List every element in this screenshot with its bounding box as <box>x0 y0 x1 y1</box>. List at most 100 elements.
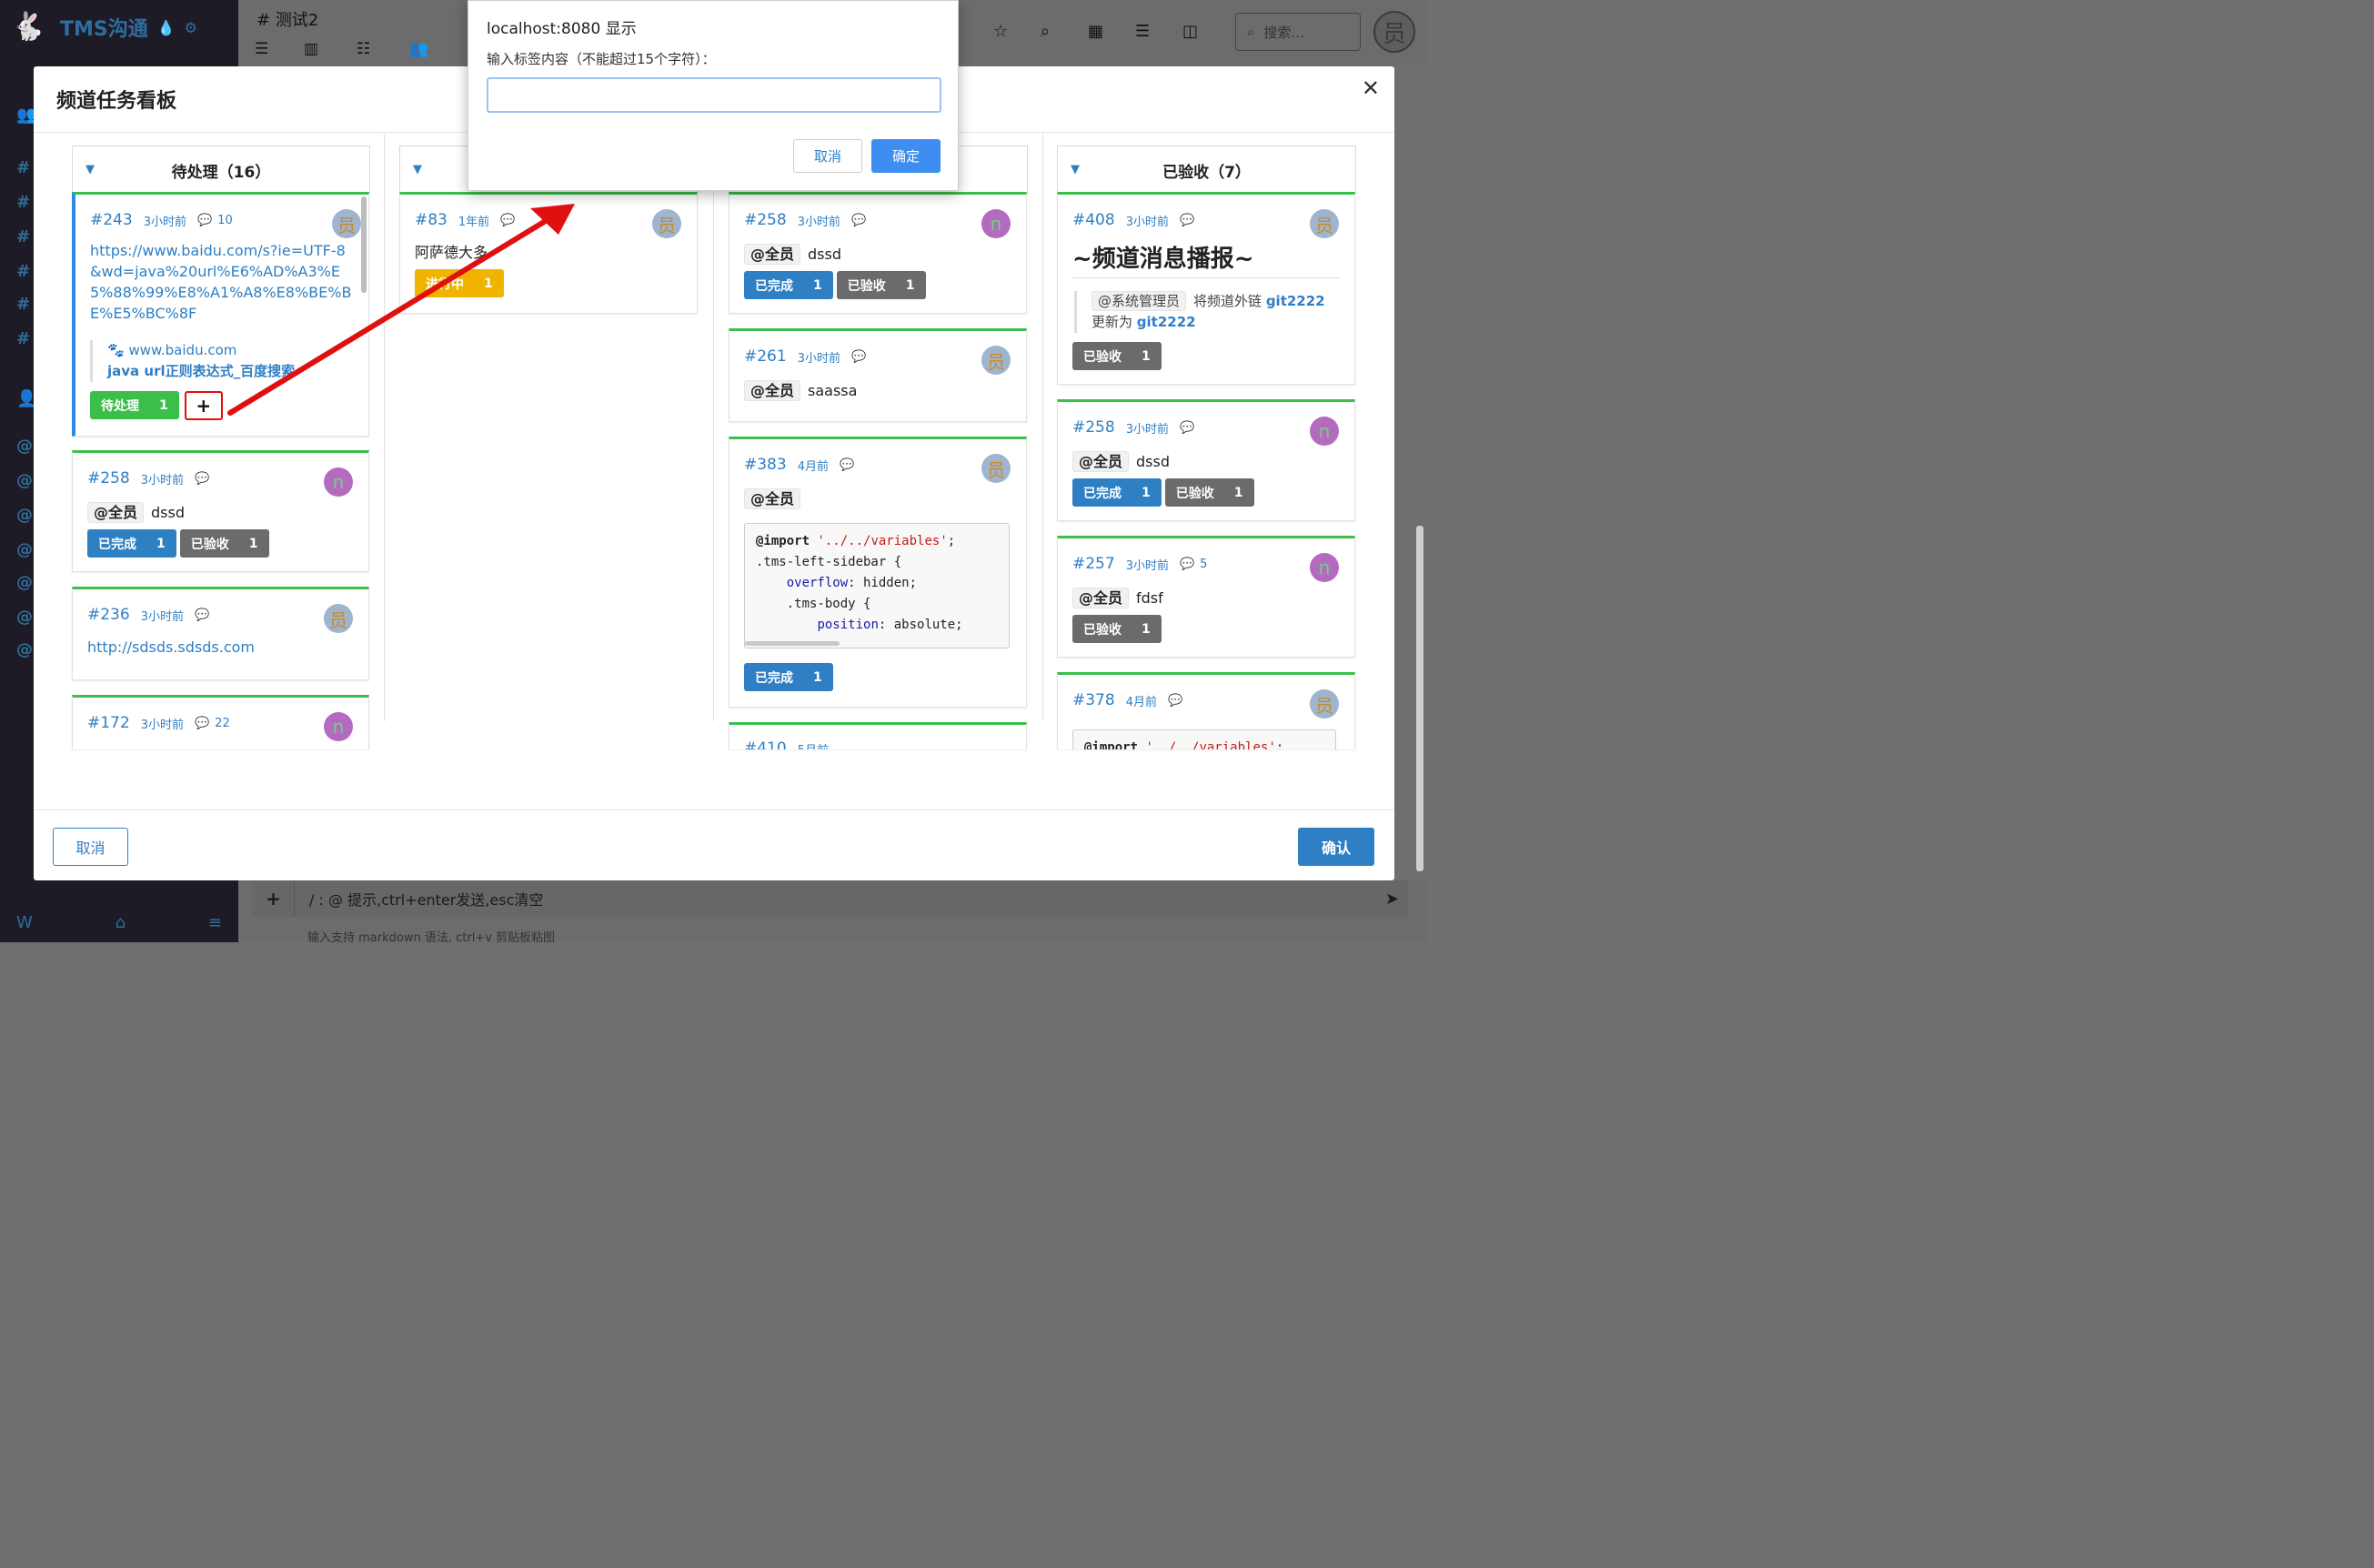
task-card[interactable]: #261 3小时前 💬 员 @全员 saassa <box>729 328 1027 422</box>
at-icon[interactable]: @ <box>16 506 33 525</box>
add-tag-button[interactable]: + <box>184 391 223 420</box>
menu-icon[interactable]: ≡ <box>208 913 222 932</box>
card-id[interactable]: #258 <box>1072 418 1115 437</box>
task-card[interactable]: #172 3小时前 💬 22 n <box>72 695 369 749</box>
at-icon[interactable]: @ <box>16 437 33 456</box>
drop-icon[interactable]: 💧 <box>157 19 176 36</box>
tag-accepted[interactable]: 已验收 1 <box>179 529 269 558</box>
confirm-button[interactable]: 确认 <box>1298 828 1374 866</box>
tag-accepted[interactable]: 已验收 1 <box>1072 342 1162 370</box>
tag-accepted[interactable]: 已验收 1 <box>836 271 926 299</box>
preview-site[interactable]: www.baidu.com <box>128 342 236 358</box>
channel-hash-icon[interactable]: # <box>16 295 30 314</box>
comment-icon[interactable]: 💬 <box>500 214 515 227</box>
dialog-ok-button[interactable]: 确定 <box>871 139 941 173</box>
code-block[interactable]: @import '../../variables'; .tms-left-sid… <box>744 523 1010 648</box>
old-link[interactable]: git2222 <box>1266 293 1325 309</box>
comment-icon[interactable]: 💬 <box>1168 694 1182 708</box>
at-icon[interactable]: @ <box>16 573 33 592</box>
list-view-icon[interactable]: ☰ <box>1135 22 1150 41</box>
at-icon[interactable]: @ <box>16 471 33 490</box>
add-attachment-button[interactable]: + <box>253 880 295 917</box>
channel-hash-icon[interactable]: # <box>16 193 30 212</box>
comment-icon[interactable]: 💬 <box>840 458 854 472</box>
comment-icon[interactable]: 💬 <box>851 350 866 364</box>
card-id[interactable]: #257 <box>1072 555 1115 573</box>
search-box[interactable]: ⌕ 搜索... <box>1235 13 1361 51</box>
channel-hash-icon[interactable]: # <box>16 329 30 348</box>
comment-icon[interactable]: 💬 <box>195 608 209 622</box>
card-id[interactable]: #261 <box>744 347 787 366</box>
tag-in-progress[interactable]: 进行中 1 <box>415 269 504 297</box>
at-icon[interactable]: @ <box>16 608 33 627</box>
task-card[interactable]: #258 3小时前 💬 n @全员 dssd 已完成 1 已验收 1 <box>72 450 369 572</box>
comment-icon[interactable]: 💬 <box>1180 214 1194 227</box>
board-icon[interactable]: ☷ <box>357 40 370 58</box>
card-id[interactable]: #383 <box>744 456 787 474</box>
chart-icon[interactable]: ▥ <box>304 40 318 58</box>
card-id[interactable]: #408 <box>1072 211 1115 229</box>
tag-text-input[interactable] <box>487 77 941 113</box>
comment-icon[interactable]: 💬 <box>1180 421 1194 435</box>
card-id[interactable]: #236 <box>87 606 130 624</box>
card-id[interactable]: #258 <box>87 469 130 487</box>
tag-accepted[interactable]: 已验收 1 <box>1072 615 1162 643</box>
comment-icon[interactable]: 💬 <box>1180 558 1194 571</box>
star-icon[interactable]: ☆ <box>993 22 1008 41</box>
comment-icon[interactable]: 💬 <box>851 214 866 227</box>
split-view-icon[interactable]: ◫ <box>1182 22 1198 41</box>
tag-pending[interactable]: 待处理 1 <box>90 391 179 419</box>
card-id[interactable]: #410 <box>744 739 787 749</box>
mention[interactable]: @全员 <box>1072 588 1130 608</box>
calendar-icon[interactable]: ▦ <box>1088 22 1103 41</box>
close-icon[interactable]: ✕ <box>1362 75 1380 101</box>
code-block[interactable]: @import '../../variables'; <box>1072 729 1336 749</box>
message-input[interactable]: + / : @ 提示,ctrl+enter发送,esc清空 ➤ <box>253 880 1408 917</box>
task-card[interactable]: #410 5月前 <box>729 722 1027 749</box>
scrollbar[interactable] <box>361 196 367 293</box>
list-icon[interactable]: ☰ <box>255 40 268 58</box>
mention[interactable]: @全员 <box>87 502 145 523</box>
wiki-icon[interactable]: W <box>16 913 33 932</box>
attachment-icon[interactable]: ⌕ <box>1041 22 1050 41</box>
comment-icon[interactable]: 💬 <box>195 472 209 486</box>
channel-hash-icon[interactable]: # <box>16 227 30 246</box>
at-icon[interactable]: @ <box>16 640 33 659</box>
app-logo[interactable]: 🐇 TMS沟通 💧 ⚙ <box>11 9 197 45</box>
dialog-cancel-button[interactable]: 取消 <box>793 139 862 173</box>
tag-done[interactable]: 已完成 1 <box>1072 478 1162 507</box>
task-card[interactable]: #383 4月前 💬 员 @全员 @import '../../variable… <box>729 437 1027 708</box>
mention[interactable]: @全员 <box>744 488 801 509</box>
mention[interactable]: @系统管理员 <box>1091 291 1187 311</box>
send-icon[interactable]: ➤ <box>1385 890 1399 909</box>
card-id[interactable]: #243 <box>90 211 133 229</box>
comment-icon[interactable]: 💬 <box>195 717 209 730</box>
tag-accepted[interactable]: 已验收 1 <box>1164 478 1254 507</box>
comment-icon[interactable]: 💬 <box>197 214 212 227</box>
preview-title[interactable]: java url正则表达式_百度搜索 <box>107 361 345 382</box>
settings-icon[interactable]: ⚙ <box>185 19 197 36</box>
card-link[interactable]: http://sdsds.sdsds.com <box>87 637 255 658</box>
task-card[interactable]: #408 3小时前 💬 员 ~频道消息播报~ @系统管理员 将频道外链 git22… <box>1057 192 1355 385</box>
tag-done[interactable]: 已完成 1 <box>744 271 833 299</box>
task-card[interactable]: #378 4月前 💬 员 @import '../../variables'; <box>1057 672 1355 749</box>
page-scrollbar[interactable] <box>1416 526 1423 871</box>
user-avatar[interactable]: 员 <box>1373 11 1415 53</box>
card-id[interactable]: #378 <box>1072 691 1115 709</box>
task-card[interactable]: #236 3小时前 💬 员 http://sdsds.sdsds.com <box>72 587 369 680</box>
code-scrollbar[interactable] <box>745 641 840 646</box>
card-id[interactable]: #172 <box>87 714 130 732</box>
task-card[interactable]: #257 3小时前 💬 5 n @全员 fdsf 已验收 1 <box>1057 536 1355 658</box>
at-icon[interactable]: @ <box>16 540 33 559</box>
filter-icon[interactable]: ▼ <box>413 163 422 176</box>
channel-hash-icon[interactable]: # <box>16 158 30 177</box>
task-card[interactable]: #243 3小时前 💬 10 员 https://www.baidu.com/s?… <box>72 192 369 437</box>
mention[interactable]: @全员 <box>1072 451 1130 472</box>
tag-done[interactable]: 已完成 1 <box>87 529 176 558</box>
cancel-button[interactable]: 取消 <box>53 828 128 866</box>
home-icon[interactable]: ⌂ <box>116 913 126 932</box>
tag-done[interactable]: 已完成 1 <box>744 663 833 691</box>
card-link[interactable]: https://www.baidu.com/s?ie=UTF-8&wd=java… <box>90 240 356 324</box>
mention[interactable]: @全员 <box>744 380 801 401</box>
task-card[interactable]: #83 1年前 💬 员 阿萨德大多 进行中 1 <box>399 192 698 314</box>
